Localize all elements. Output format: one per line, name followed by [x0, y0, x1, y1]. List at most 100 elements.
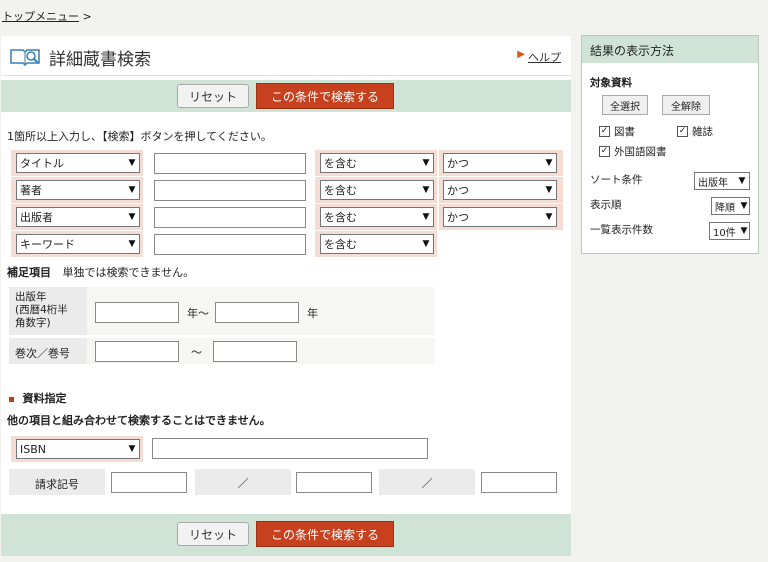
supplementary-heading: 補足項目: [7, 266, 51, 279]
volume-from-input[interactable]: [95, 341, 179, 362]
reset-button-bottom[interactable]: リセット: [177, 522, 249, 546]
connector-select-3[interactable]: かつ ▼: [443, 207, 557, 227]
book-search-icon: [9, 46, 41, 69]
checkbox-foreign-books[interactable]: ✓ 外国語図書: [599, 144, 667, 159]
search-panel: 詳細蔵書検索 ▶ ヘルプ リセット この条件で検索する 1箇所以上入力し、【検索…: [1, 36, 571, 556]
order-value: 降順: [715, 202, 735, 214]
call-number-input-2[interactable]: [296, 472, 372, 493]
supplementary-heading-row: 補足項目 単独では検索できません。: [7, 264, 194, 280]
reset-button-top[interactable]: リセット: [177, 84, 249, 108]
display-options-title: 結果の表示方法: [582, 36, 758, 63]
breadcrumb: トップメニュー >: [2, 8, 92, 24]
connector-select-2[interactable]: かつ ▼: [443, 180, 557, 200]
match-type-value: を含む: [324, 184, 357, 197]
chevron-down-icon: ▼: [545, 212, 553, 222]
breadcrumb-separator: >: [82, 10, 92, 23]
connector-select-1[interactable]: かつ ▼: [443, 153, 557, 173]
checkbox-checked-icon[interactable]: ✓: [677, 126, 688, 137]
criteria-field-select-3[interactable]: 出版者 ▼: [16, 207, 140, 227]
match-type-select-3[interactable]: を含む ▼: [320, 207, 434, 227]
criteria-rows: タイトル ▼ を含む ▼ かつ ▼ 著者 ▼ を含む ▼ かつ ▼ 出版者 ▼ を含む ▼ かつ…: [11, 150, 565, 258]
chevron-down-icon: ▼: [740, 226, 748, 236]
connector-value: かつ: [447, 211, 469, 224]
count-select[interactable]: 10件 ▼: [709, 222, 750, 240]
year-to-suffix: 年: [307, 307, 318, 320]
chevron-down-icon: ▼: [128, 158, 136, 168]
checkbox-books[interactable]: ✓ 図書: [599, 124, 635, 139]
deselect-all-button[interactable]: 全解除: [662, 95, 710, 115]
match-type-select-1[interactable]: を含む ▼: [320, 153, 434, 173]
criteria-text-input-1[interactable]: [154, 153, 306, 174]
checkbox-label: 図書: [614, 126, 635, 138]
criteria-field-value: 出版者: [20, 211, 53, 224]
match-type-select-4[interactable]: を含む ▼: [320, 234, 434, 254]
target-materials-heading: 対象資料: [590, 77, 632, 89]
page-title: 詳細蔵書検索: [49, 50, 151, 70]
sort-select[interactable]: 出版年 ▼: [694, 172, 750, 190]
criteria-text-input-3[interactable]: [154, 207, 306, 228]
material-type-select[interactable]: ISBN ▼: [16, 439, 140, 459]
chevron-down-icon: ▼: [738, 176, 746, 186]
material-note: 他の項目と組み合わせて検索することはできません。: [7, 414, 271, 427]
call-number-input-1[interactable]: [111, 472, 187, 493]
chevron-down-icon: ▼: [422, 239, 430, 249]
call-number-slash-2: ／: [379, 469, 475, 495]
count-value: 10件: [713, 227, 736, 239]
square-bullet-icon: [9, 396, 14, 402]
help-link[interactable]: ヘルプ: [528, 49, 561, 65]
select-all-button[interactable]: 全選択: [602, 95, 648, 115]
search-button-top[interactable]: この条件で検索する: [256, 83, 394, 109]
chevron-down-icon: ▼: [422, 212, 430, 222]
criteria-field-value: キーワード: [20, 238, 75, 251]
panel-header: 詳細蔵書検索 ▶ ヘルプ: [1, 36, 571, 76]
year-from-suffix: 年～: [187, 307, 209, 320]
chevron-down-icon: ▼: [422, 158, 430, 168]
volume-label: 巻次／巻号: [15, 347, 70, 360]
match-type-select-2[interactable]: を含む ▼: [320, 180, 434, 200]
connector-value: かつ: [447, 157, 469, 170]
material-heading-row: 資料指定: [9, 390, 67, 406]
pub-year-row: 出版年 (西暦4桁半 角数字) 年～ 年: [9, 287, 435, 335]
chevron-down-icon: ▼: [128, 239, 136, 249]
sort-label: ソート条件: [590, 174, 643, 186]
order-select[interactable]: 降順 ▼: [711, 197, 750, 215]
call-number-row: 請求記号 ／ ／: [9, 469, 563, 495]
pub-year-to-input[interactable]: [215, 302, 299, 323]
criteria-field-select-2[interactable]: 著者 ▼: [16, 180, 140, 200]
help-arrow-icon: ▶: [517, 49, 525, 60]
chevron-down-icon: ▼: [545, 158, 553, 168]
criteria-field-value: タイトル: [20, 157, 64, 170]
sort-value: 出版年: [698, 177, 728, 189]
material-heading: 資料指定: [22, 392, 67, 405]
call-number-slash-1: ／: [195, 469, 291, 495]
criteria-field-select-1[interactable]: タイトル ▼: [16, 153, 140, 173]
call-number-label: 請求記号: [9, 469, 105, 495]
instructions-text: 1箇所以上入力し、【検索】ボタンを押してください。: [7, 130, 272, 143]
criteria-text-input-4[interactable]: [154, 234, 306, 255]
chevron-down-icon: ▼: [128, 444, 136, 454]
match-type-value: を含む: [324, 211, 357, 224]
checkbox-checked-icon[interactable]: ✓: [599, 126, 610, 137]
checkbox-label: 雑誌: [692, 126, 713, 138]
checkbox-magazines[interactable]: ✓ 雑誌: [677, 124, 713, 139]
checkbox-checked-icon[interactable]: ✓: [599, 146, 610, 157]
connector-value: かつ: [447, 184, 469, 197]
pub-year-from-input[interactable]: [95, 302, 179, 323]
match-type-value: を含む: [324, 238, 357, 251]
criteria-field-value: 著者: [20, 184, 42, 197]
chevron-down-icon: ▼: [740, 201, 748, 211]
criteria-field-select-4[interactable]: キーワード ▼: [16, 234, 140, 254]
chevron-down-icon: ▼: [422, 185, 430, 195]
display-options-panel: 結果の表示方法 対象資料 全選択 全解除 ✓ 図書 ✓ 雑誌 ✓ 外国語図書 ソート条…: [581, 35, 759, 254]
breadcrumb-top-menu-link[interactable]: トップメニュー: [2, 10, 79, 23]
material-type-value: ISBN: [20, 442, 47, 456]
material-value-input[interactable]: [152, 438, 428, 459]
call-number-input-3[interactable]: [481, 472, 557, 493]
criteria-text-input-2[interactable]: [154, 180, 306, 201]
volume-separator: ～: [191, 346, 202, 359]
order-label: 表示順: [590, 199, 622, 211]
volume-to-input[interactable]: [213, 341, 297, 362]
count-label: 一覧表示件数: [590, 224, 653, 236]
search-button-bottom[interactable]: この条件で検索する: [256, 521, 394, 547]
bottom-button-bar: リセット この条件で検索する: [1, 514, 571, 556]
